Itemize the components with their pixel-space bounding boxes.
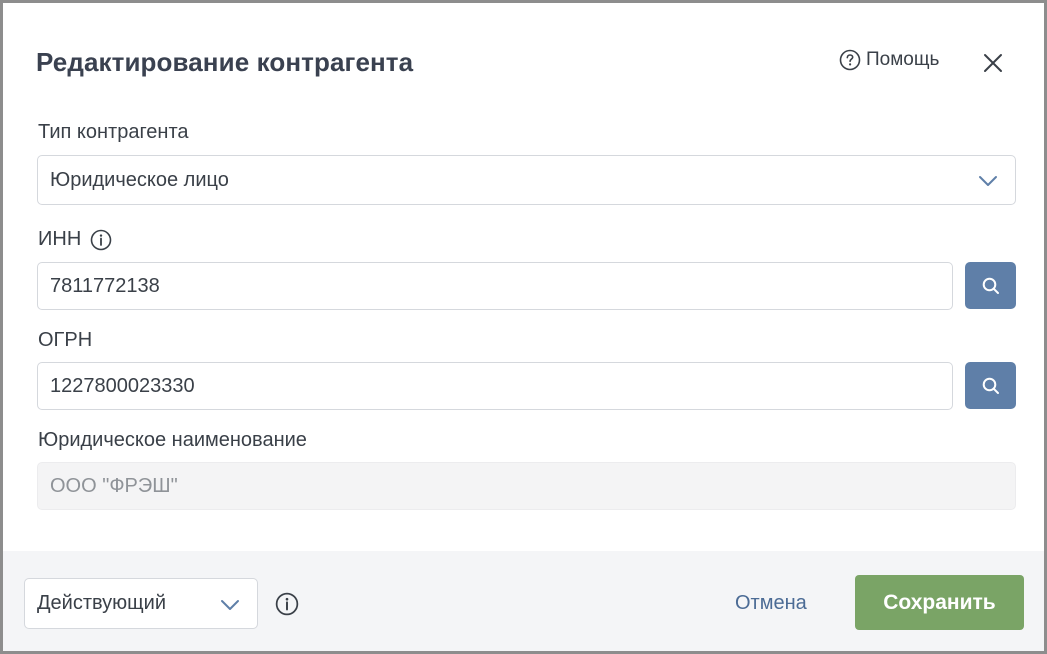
dialog-title: Редактирование контрагента — [36, 47, 414, 77]
close-button[interactable] — [981, 51, 1005, 75]
search-icon — [982, 277, 999, 294]
counterparty-type-select[interactable]: Юридическое лицо — [37, 155, 1016, 205]
ogrn-label: ОГРН — [38, 329, 92, 352]
ogrn-search-button[interactable] — [965, 362, 1016, 409]
inn-info-button[interactable] — [90, 229, 112, 251]
inn-search-button[interactable] — [965, 262, 1016, 309]
chevron-down-icon — [979, 176, 997, 186]
type-label-text: Тип контрагента — [38, 121, 189, 143]
legal-name-value: ООО "ФРЭШ" — [50, 474, 178, 497]
inn-value: 7811772138 — [50, 274, 160, 297]
legal-name-label: Юридическое наименование — [38, 429, 307, 452]
ogrn-input[interactable]: 1227800023330 — [37, 362, 953, 410]
search-icon — [982, 377, 999, 394]
legal-name-label-text: Юридическое наименование — [38, 429, 307, 451]
status-info-button[interactable] — [275, 592, 299, 621]
type-select-value: Юридическое лицо — [50, 168, 229, 191]
save-button[interactable]: Сохранить — [855, 575, 1024, 630]
ogrn-value: 1227800023330 — [50, 374, 195, 397]
legal-name-field: ООО "ФРЭШ" — [37, 462, 1016, 510]
help-link[interactable]: Помощь — [839, 49, 939, 71]
help-circle-icon — [839, 49, 861, 71]
inn-input[interactable]: 7811772138 — [37, 262, 953, 310]
help-label: Помощь — [866, 49, 940, 70]
info-icon — [90, 229, 112, 250]
inn-label: ИНН — [38, 228, 112, 251]
inn-label-text: ИНН — [38, 228, 82, 250]
type-label: Тип контрагента — [38, 121, 189, 144]
status-select-value: Действующий — [37, 592, 166, 614]
close-icon — [984, 54, 1002, 72]
ogrn-label-text: ОГРН — [38, 329, 93, 351]
cancel-button[interactable]: Отмена — [735, 592, 807, 615]
info-icon — [275, 592, 299, 616]
status-select[interactable]: Действующий — [24, 578, 258, 629]
chevron-down-icon — [221, 600, 239, 610]
